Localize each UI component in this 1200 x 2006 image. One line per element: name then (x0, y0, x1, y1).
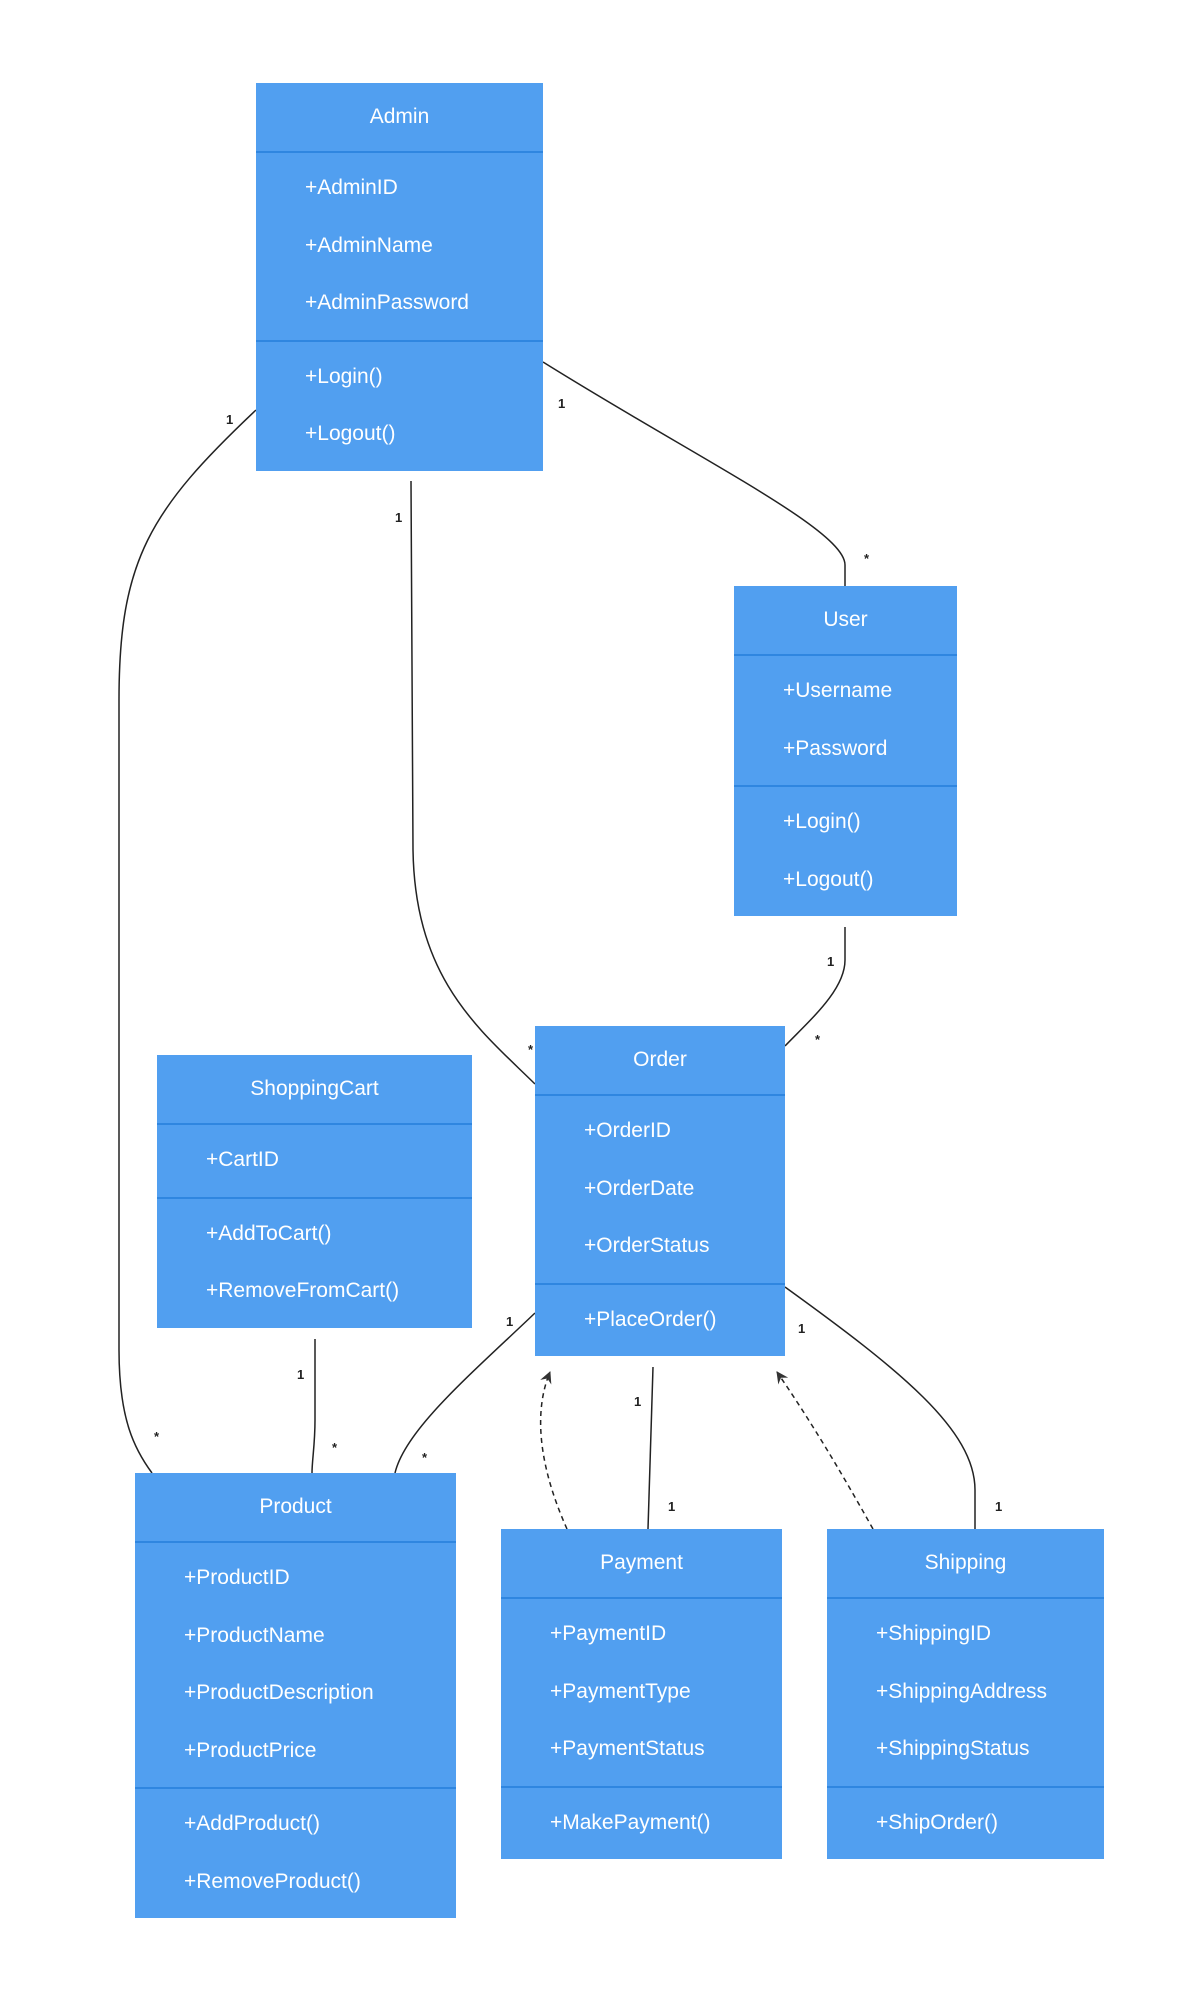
multiplicity-label: 1 (668, 1499, 676, 1514)
attribute-item: +OrderID (584, 1119, 671, 1142)
attributes-section: +AdminID +AdminName +AdminPassword (256, 153, 543, 340)
association-line-user-order (784, 927, 846, 1047)
attributes-section: +ShippingID +ShippingAddress +ShippingStat… (827, 1599, 1104, 1786)
class-name: Product (135, 1473, 456, 1543)
class-name: Admin (256, 83, 543, 153)
attribute-item: +ProductName (184, 1623, 325, 1647)
method-item: +Login() (783, 810, 861, 833)
attributes-section: +ProductID +ProductName +ProductDescriptio… (135, 1543, 456, 1787)
attribute-item: +Password (783, 736, 888, 760)
method-item: +AddProduct() (184, 1812, 320, 1835)
attribute-item: +AdminID (305, 176, 398, 199)
methods-section: +AddProduct() +RemoveProduct() (135, 1787, 456, 1918)
method-item: +Logout() (305, 422, 396, 445)
class-payment[interactable]: Payment +PaymentID +PaymentType +PaymentSta… (501, 1529, 782, 1859)
attributes-section: +CartID (157, 1125, 472, 1197)
methods-section: +MakePayment() (501, 1785, 782, 1860)
attribute-item: +ProductID (184, 1566, 290, 1589)
attribute-item: +ShippingStatus (876, 1737, 1030, 1760)
class-name: ShoppingCart (157, 1055, 472, 1125)
class-user[interactable]: User +Username +Password +Login() +Logout() (734, 586, 957, 916)
method-item: +AddToCart() (206, 1221, 332, 1245)
attribute-item: +ShippingID (876, 1622, 991, 1645)
class-product[interactable]: Product +ProductID +ProductName +ProductDes… (135, 1473, 456, 1918)
class-shoppingcart[interactable]: ShoppingCart +CartID +AddToCart() +RemoveFr… (157, 1055, 472, 1328)
methods-section: +PlaceOrder() (535, 1282, 785, 1357)
attributes-section: +Username +Password (734, 656, 957, 785)
multiplicity-label: 1 (558, 396, 566, 411)
association-line-order-product (394, 1312, 536, 1474)
attributes-section: +PaymentID +PaymentType +PaymentStatus (501, 1599, 782, 1786)
method-item: +Login() (305, 364, 383, 388)
multiplicity-label: 1 (395, 510, 403, 525)
method-item: +RemoveProduct() (184, 1869, 361, 1893)
class-name: Order (535, 1026, 785, 1096)
class-name: Payment (501, 1529, 782, 1599)
attribute-item: +OrderStatus (584, 1234, 710, 1257)
method-item: +PlaceOrder() (584, 1307, 717, 1331)
attribute-item: +ShippingAddress (876, 1679, 1048, 1703)
class-name: User (734, 586, 957, 656)
method-item: +ShipOrder() (876, 1810, 998, 1834)
association-line-admin-user (542, 361, 846, 586)
attribute-item: +PaymentType (550, 1679, 691, 1703)
attribute-item: +ProductPrice (184, 1738, 317, 1762)
class-shipping[interactable]: Shipping +ShippingID +ShippingAddress +Ship… (827, 1529, 1104, 1859)
multiplicity-label: * (422, 1450, 428, 1465)
attributes-section: +OrderID +OrderDate +OrderStatus (535, 1096, 785, 1283)
attribute-item: +AdminPassword (305, 291, 469, 314)
association-line-shoppingcart-product (311, 1339, 316, 1474)
multiplicity-label: 1 (506, 1314, 514, 1329)
dependency-line-shipping-order (776, 1371, 874, 1530)
attribute-item: +OrderDate (584, 1176, 695, 1200)
multiplicity-label: 1 (226, 412, 234, 427)
dependency-line-payment-order (539, 1371, 568, 1530)
association-line-admin-order (410, 480, 536, 1085)
multiplicity-label: 1 (297, 1367, 305, 1382)
multiplicity-label: * (864, 551, 870, 566)
association-line-order-shipping (784, 1286, 976, 1529)
attribute-item: +AdminName (305, 233, 433, 257)
association-line-order-payment (647, 1366, 654, 1530)
multiplicity-label: 1 (827, 954, 835, 969)
attribute-item: +PaymentStatus (550, 1737, 705, 1760)
multiplicity-label: 1 (995, 1499, 1003, 1514)
class-order[interactable]: Order +OrderID +OrderDate +OrderStatus +Plac… (535, 1026, 785, 1356)
methods-section: +Login() +Logout() (256, 339, 543, 471)
method-item: +Logout() (783, 867, 874, 891)
multiplicity-label: 1 (634, 1394, 642, 1409)
methods-section: +ShipOrder() (827, 1785, 1104, 1860)
attribute-item: +ProductDescription (184, 1681, 374, 1704)
multiplicity-label: * (815, 1032, 821, 1047)
class-name: Shipping (827, 1529, 1104, 1599)
methods-section: +Login() +Logout() (734, 785, 957, 916)
multiplicity-label: 1 (798, 1321, 806, 1336)
attribute-item: +Username (783, 679, 893, 702)
method-item: +MakePayment() (550, 1810, 711, 1834)
attribute-item: +PaymentID (550, 1622, 667, 1645)
multiplicity-label: * (332, 1440, 338, 1455)
attribute-item: +CartID (206, 1148, 279, 1171)
class-admin[interactable]: Admin +AdminID +AdminName +AdminPassword +Lo… (256, 83, 543, 471)
multiplicity-label: * (528, 1042, 534, 1057)
method-item: +RemoveFromCart() (206, 1279, 400, 1302)
multiplicity-label: * (154, 1429, 160, 1444)
methods-section: +AddToCart() +RemoveFromCart() (157, 1196, 472, 1328)
